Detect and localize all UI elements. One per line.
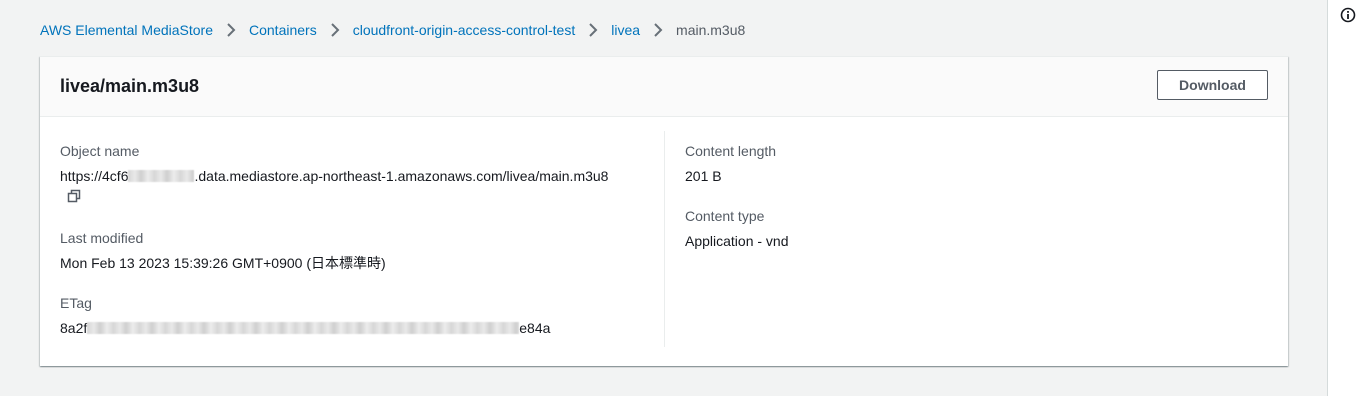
redacted-text (128, 170, 195, 182)
chevron-right-icon (213, 20, 249, 40)
chevron-right-icon (575, 20, 611, 40)
last-modified-field: Last modified Mon Feb 13 2023 15:39:26 G… (60, 228, 386, 273)
etag-label: ETag (60, 295, 92, 311)
etag-field: ETag 8a2f e84a (60, 293, 550, 338)
content-length-label: Content length (685, 143, 777, 159)
breadcrumb-container[interactable]: cloudfront-origin-access-control-test (353, 20, 576, 40)
main-content: AWS Elemental MediaStore Containers clou… (0, 0, 1327, 396)
breadcrumb-mediastore[interactable]: AWS Elemental MediaStore (40, 20, 213, 40)
content-length-value: 201 B (685, 168, 722, 184)
redacted-text (87, 322, 520, 334)
last-modified-label: Last modified (60, 230, 144, 246)
etag-value: 8a2f e84a (60, 318, 550, 338)
object-name-field: Object name https://4cf6 .data.mediastore… (60, 141, 608, 203)
breadcrumb-current: main.m3u8 (676, 22, 746, 38)
object-name-suffix: .data.mediastore.ap-northeast-1.amazonaw… (194, 168, 609, 184)
breadcrumb-containers[interactable]: Containers (249, 20, 317, 40)
panel-body: Object name https://4cf6 .data.mediastore… (40, 117, 1288, 366)
object-name-label: Object name (60, 143, 140, 159)
chevron-right-icon (640, 20, 676, 40)
last-modified-value: Mon Feb 13 2023 15:39:26 GMT+0900 (日本標準時… (60, 255, 386, 271)
object-name-prefix: https://4cf6 (60, 168, 129, 184)
copy-icon[interactable] (67, 189, 81, 203)
column-divider (664, 131, 665, 347)
object-name-value: https://4cf6 .data.mediastore.ap-northeas… (60, 166, 608, 186)
etag-prefix: 8a2f (60, 320, 88, 336)
breadcrumb-folder[interactable]: livea (611, 20, 640, 40)
content-type-label: Content type (685, 208, 765, 224)
chevron-right-icon (317, 20, 353, 40)
content-type-field: Content type Application - vnd (685, 206, 789, 251)
content-length-field: Content length 201 B (685, 141, 776, 186)
object-details-panel: livea/main.m3u8 Download Object name htt… (40, 56, 1288, 366)
breadcrumb: AWS Elemental MediaStore Containers clou… (40, 20, 745, 40)
content-type-value: Application - vnd (685, 233, 789, 249)
etag-suffix: e84a (519, 320, 551, 336)
panel-header: livea/main.m3u8 Download (40, 57, 1288, 117)
tools-panel-rail (1327, 0, 1368, 396)
panel-title: livea/main.m3u8 (60, 76, 200, 96)
info-icon[interactable] (1340, 7, 1356, 23)
download-button[interactable]: Download (1157, 70, 1268, 100)
